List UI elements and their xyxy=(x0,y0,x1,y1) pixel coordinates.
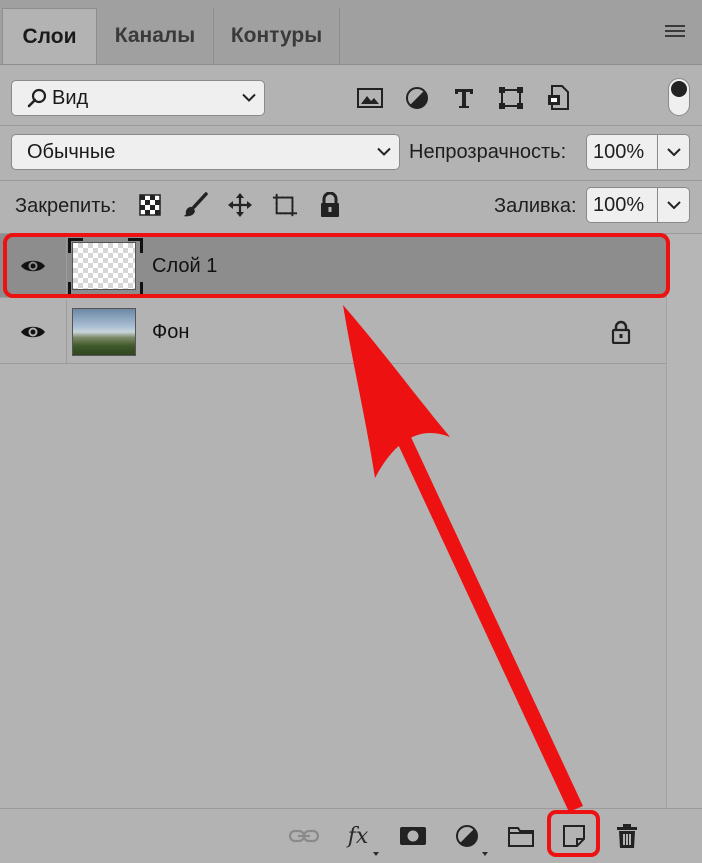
tab-channels[interactable]: Каналы xyxy=(97,8,214,64)
filter-type-value: Вид xyxy=(52,86,89,109)
new-layer-highlight-annotation xyxy=(547,810,600,857)
eye-icon xyxy=(21,260,45,272)
smart-object-filter-icon[interactable] xyxy=(544,85,572,111)
submenu-indicator xyxy=(373,852,379,856)
delete-layer-icon[interactable] xyxy=(612,823,642,849)
image-filter-icon[interactable] xyxy=(356,85,384,111)
lock-position-icon[interactable] xyxy=(227,192,253,218)
search-icon xyxy=(27,88,47,108)
link-layers-icon[interactable] xyxy=(289,823,319,849)
adjustment-filter-icon[interactable] xyxy=(403,85,431,111)
eye-icon xyxy=(21,326,45,338)
lock-label: Закрепить: xyxy=(15,195,117,217)
annotation-arrow-shaft xyxy=(383,405,583,812)
chevron-down-icon xyxy=(242,93,256,102)
layer-name[interactable]: Фон xyxy=(152,300,189,364)
fill-label: Заливка: xyxy=(494,195,577,217)
opacity-input[interactable]: 100% xyxy=(586,134,658,170)
divider xyxy=(0,125,702,126)
divider xyxy=(0,180,702,181)
lock-all-icon[interactable] xyxy=(317,192,343,218)
layer-visibility-toggle[interactable] xyxy=(0,234,67,298)
layer-locked-icon[interactable] xyxy=(611,320,631,349)
blend-mode-dropdown[interactable]: Обычные xyxy=(11,134,400,170)
lock-transparent-pixels-icon[interactable] xyxy=(137,192,163,218)
layer-row-background[interactable]: Фон xyxy=(0,300,666,364)
lock-artboard-icon[interactable] xyxy=(272,192,298,218)
annotation-arrow xyxy=(343,305,583,812)
chevron-down-icon xyxy=(377,147,391,156)
layer-visibility-toggle[interactable] xyxy=(0,300,67,364)
layer-name[interactable]: Слой 1 xyxy=(152,234,217,298)
add-mask-icon[interactable] xyxy=(398,823,428,849)
layer-row-layer-1[interactable]: Слой 1 xyxy=(0,234,666,298)
chevron-down-icon xyxy=(666,200,681,209)
tab-paths[interactable]: Контуры xyxy=(214,8,340,64)
new-group-icon[interactable] xyxy=(506,823,536,849)
fill-input[interactable]: 100% xyxy=(586,187,658,223)
filter-toggle-switch[interactable] xyxy=(668,78,690,116)
filter-type-dropdown[interactable]: Вид xyxy=(11,80,265,116)
submenu-indicator xyxy=(482,852,488,856)
layer-thumbnail[interactable] xyxy=(72,308,136,356)
lock-image-pixels-icon[interactable] xyxy=(182,192,208,218)
panel-menu-icon[interactable] xyxy=(665,25,685,39)
layers-panel: Слои Каналы Контуры Вид Обычные Непрозра… xyxy=(0,0,702,863)
layers-scrollbar[interactable] xyxy=(666,234,702,808)
selection-corner xyxy=(68,238,83,253)
tab-layers[interactable]: Слои xyxy=(2,8,97,64)
shape-filter-icon[interactable] xyxy=(497,85,525,111)
adjustment-layer-icon[interactable] xyxy=(452,823,482,849)
selection-corner xyxy=(68,282,83,297)
selection-corner xyxy=(128,238,143,253)
type-filter-icon[interactable] xyxy=(450,85,478,111)
tab-bar: Слои Каналы Контуры xyxy=(0,0,702,65)
blend-mode-value: Обычные xyxy=(27,140,116,163)
fx-icon[interactable]: fx xyxy=(343,823,373,849)
chevron-down-icon xyxy=(666,147,681,156)
opacity-label: Непрозрачность: xyxy=(409,141,567,163)
opacity-dropdown-button[interactable] xyxy=(658,134,690,170)
layers-list: Слой 1 Фон xyxy=(0,234,666,366)
selection-corner xyxy=(128,282,143,297)
fill-dropdown-button[interactable] xyxy=(658,187,690,223)
